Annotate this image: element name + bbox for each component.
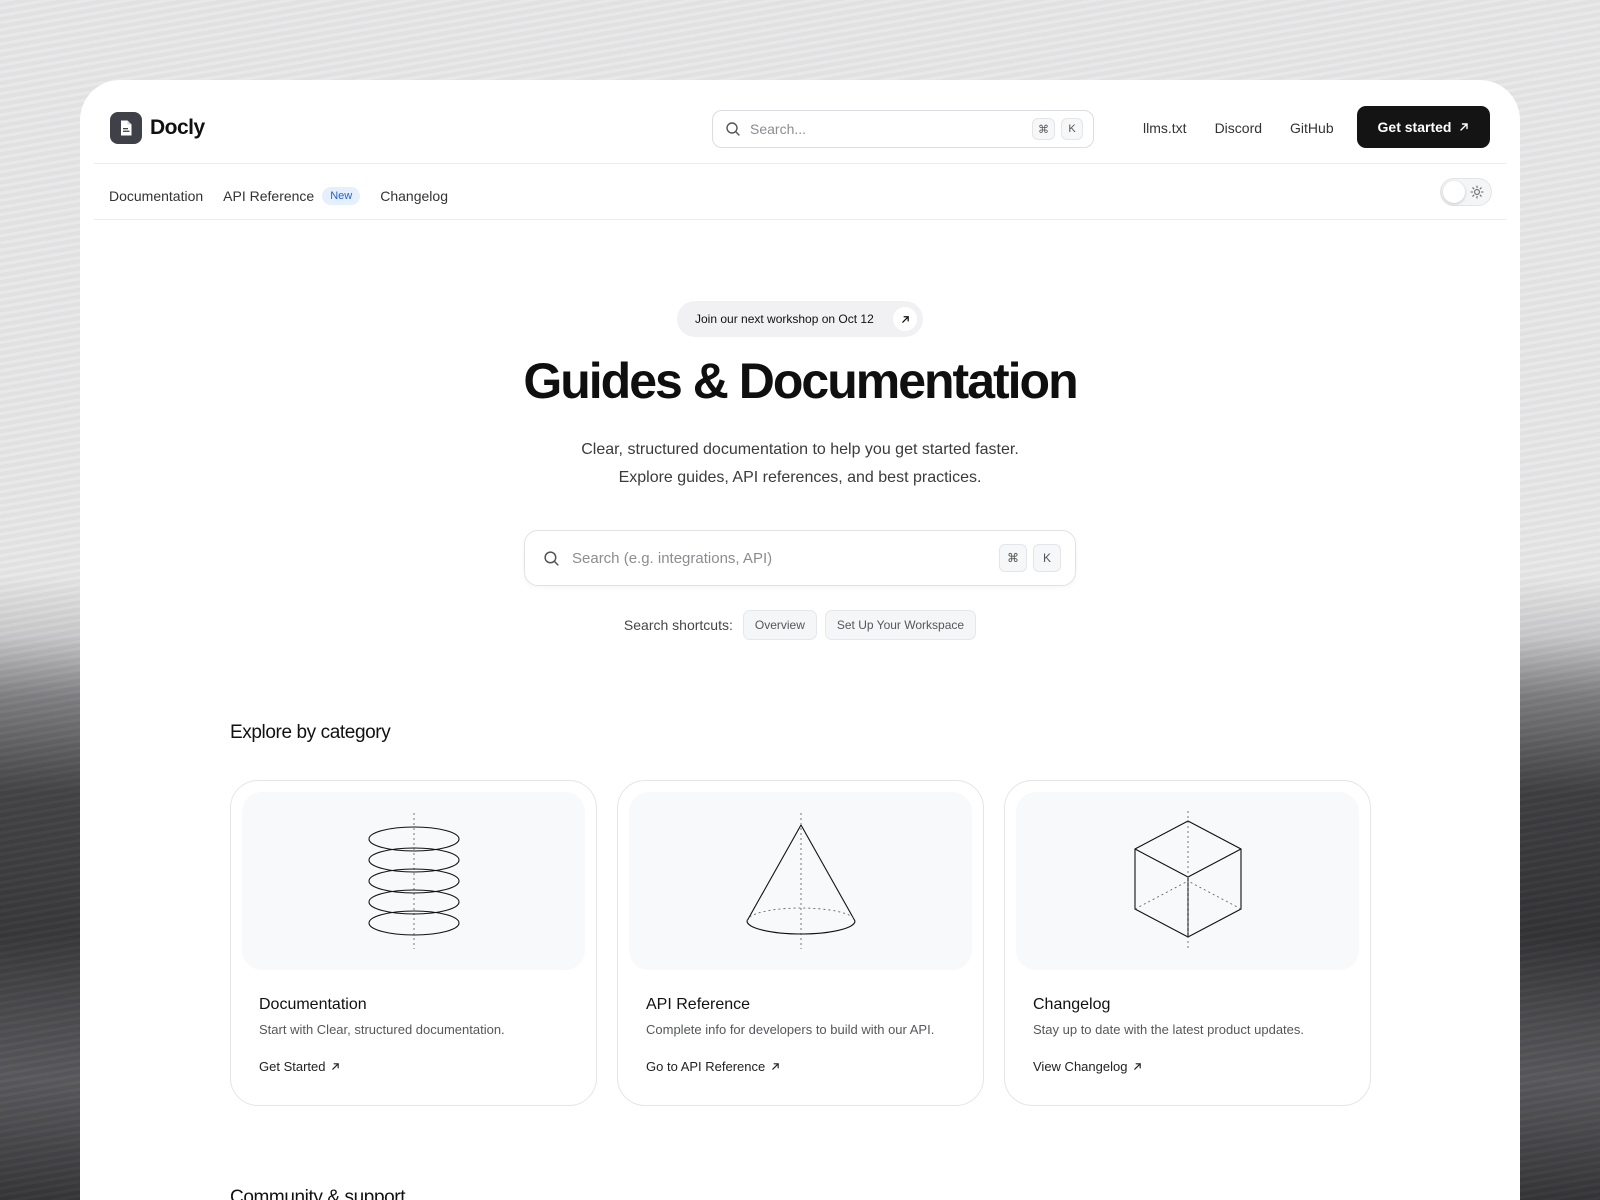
cone-icon: [629, 792, 972, 970]
top-bar: Docly Search... ⌘ K llms.txt Discord Git…: [110, 106, 1490, 148]
stacked-discs-icon: [242, 792, 585, 970]
main-search-input[interactable]: Search (e.g. integrations, API) ⌘ K: [524, 530, 1076, 586]
page-title: Guides & Documentation: [523, 353, 1078, 409]
get-started-button[interactable]: Get started: [1357, 106, 1490, 148]
card-link-get-started[interactable]: Get Started: [259, 1059, 340, 1074]
header-search-input[interactable]: Search... ⌘ K: [712, 110, 1094, 148]
kbd-command-key: ⌘: [1032, 118, 1055, 140]
categories-heading: Explore by category: [230, 722, 391, 743]
card-title: Documentation: [259, 996, 367, 1013]
link-llms-txt[interactable]: llms.txt: [1143, 120, 1187, 136]
card-description: Complete info for developers to build wi…: [646, 1022, 935, 1037]
header-search-placeholder: Search...: [750, 121, 807, 137]
subtitle-line-1: Clear, structured documentation to help …: [581, 441, 1019, 458]
arrow-up-right-icon: [1134, 1063, 1142, 1070]
kbd-command-key: ⌘: [999, 544, 1027, 572]
shortcut-chip-overview[interactable]: Overview: [742, 610, 817, 640]
header-divider: [94, 163, 1506, 164]
card-title: Changelog: [1033, 996, 1111, 1013]
get-started-label: Get started: [1377, 119, 1452, 135]
link-discord[interactable]: Discord: [1215, 120, 1262, 136]
category-card-changelog[interactable]: Changelog Stay up to date with the lates…: [1004, 780, 1371, 1106]
theme-toggle[interactable]: [1440, 178, 1492, 206]
sun-icon: [1470, 185, 1484, 199]
document-icon: [110, 112, 142, 144]
category-card-api-reference[interactable]: API Reference Complete info for develope…: [617, 780, 984, 1106]
card-description: Start with Clear, structured documentati…: [259, 1022, 505, 1037]
header-links: llms.txt Discord GitHub: [1143, 108, 1334, 148]
secondary-nav: Documentation API Reference New Changelo…: [109, 180, 448, 212]
search-icon: [544, 550, 559, 566]
new-badge: New: [322, 187, 361, 205]
arrow-up-right-icon: [893, 307, 917, 331]
main-search-placeholder: Search (e.g. integrations, API): [572, 549, 773, 567]
kbd-k-key: K: [1033, 544, 1061, 572]
search-shortcuts-label: Search shortcuts:: [623, 617, 733, 633]
card-description: Stay up to date with the latest product …: [1033, 1022, 1305, 1037]
search-icon: [726, 122, 740, 136]
browser-page: Docly Search... ⌘ K llms.txt Discord Git…: [80, 80, 1520, 1200]
toggle-knob: [1443, 181, 1465, 203]
card-link-api-reference[interactable]: Go to API Reference: [646, 1059, 780, 1074]
category-card-documentation[interactable]: Documentation Start with Clear, structur…: [230, 780, 597, 1106]
arrow-up-right-icon: [332, 1063, 340, 1070]
community-heading: Community & support: [230, 1187, 406, 1200]
nav-api-reference[interactable]: API Reference: [223, 188, 314, 204]
subtitle-line-2: Explore guides, API references, and best…: [618, 469, 982, 486]
page-subtitle: Clear, structured documentation to help …: [80, 436, 1520, 492]
category-cards: Documentation Start with Clear, structur…: [230, 780, 1372, 1106]
link-github[interactable]: GitHub: [1290, 120, 1334, 136]
brand-logo[interactable]: Docly: [110, 112, 205, 144]
arrow-up-right-icon: [1460, 123, 1469, 131]
card-link-view-changelog[interactable]: View Changelog: [1033, 1059, 1142, 1074]
arrow-up-right-icon: [772, 1063, 780, 1070]
search-shortcuts: Search shortcuts: Overview Set Up Your W…: [80, 610, 1520, 640]
nav-documentation[interactable]: Documentation: [109, 188, 203, 204]
card-link-label: Get Started: [259, 1059, 326, 1074]
kbd-k-key: K: [1061, 118, 1083, 140]
card-title: API Reference: [646, 996, 751, 1013]
subnav-divider: [94, 219, 1506, 220]
brand-name: Docly: [150, 116, 205, 139]
card-link-label: Go to API Reference: [646, 1059, 766, 1074]
workshop-announcement[interactable]: Join our next workshop on Oct 12: [677, 301, 923, 337]
cube-icon: [1016, 792, 1359, 970]
card-link-label: View Changelog: [1033, 1059, 1128, 1074]
nav-changelog[interactable]: Changelog: [380, 188, 448, 204]
shortcut-chip-workspace[interactable]: Set Up Your Workspace: [824, 610, 977, 640]
announcement-text: Join our next workshop on Oct 12: [695, 312, 874, 326]
